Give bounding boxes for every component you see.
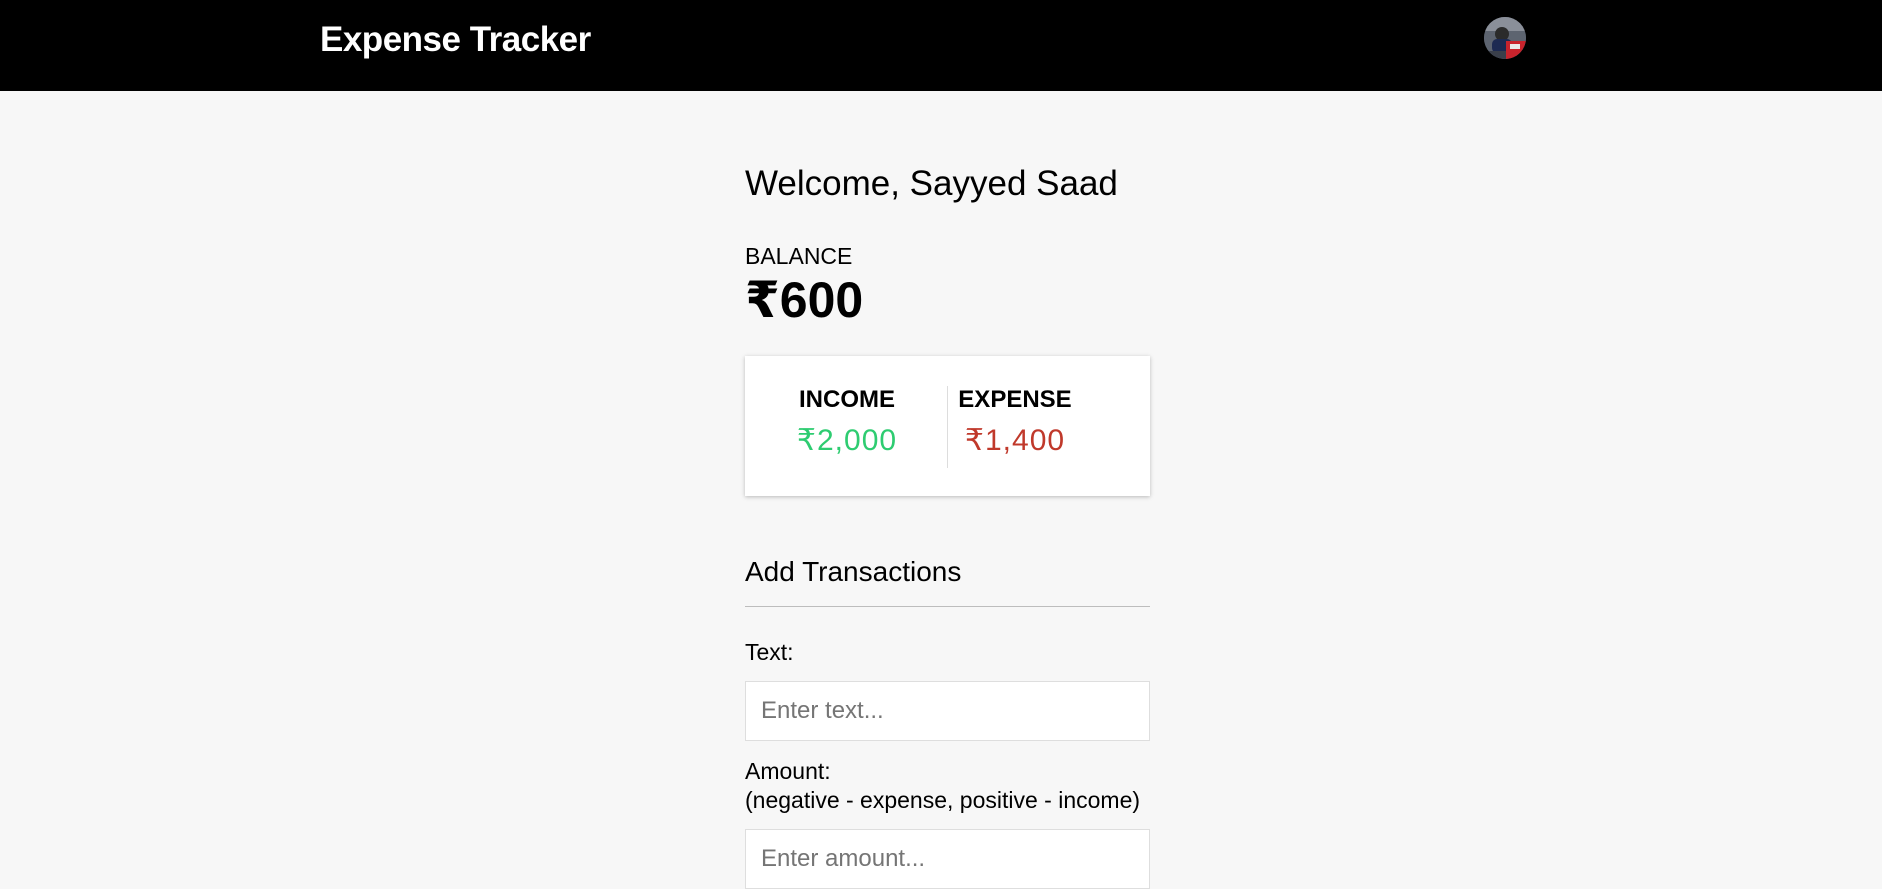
- welcome-heading: Welcome, Sayyed Saad: [745, 164, 1118, 203]
- amount-input[interactable]: [745, 829, 1150, 889]
- user-avatar-icon[interactable]: [1484, 17, 1526, 59]
- top-navbar: Expense Tracker: [0, 0, 1882, 91]
- section-divider: [745, 606, 1150, 607]
- amount-hint: (negative - expense, positive - income): [745, 787, 1141, 813]
- balance-label: BALANCE: [745, 243, 853, 269]
- app-title[interactable]: Expense Tracker: [320, 20, 591, 60]
- amount-label: Amount:: [745, 758, 831, 784]
- income-expense-card: INCOME ₹2,000 EXPENSE ₹1,400: [745, 356, 1150, 496]
- expense-column: EXPENSE ₹1,400: [915, 386, 1115, 458]
- amount-field-label: Amount: (negative - expense, positive - …: [745, 757, 1140, 815]
- expense-label: EXPENSE: [958, 386, 1072, 413]
- balance-value: ₹600: [745, 272, 864, 328]
- text-field-label: Text:: [745, 639, 794, 665]
- add-transactions-heading: Add Transactions: [745, 556, 962, 587]
- text-input[interactable]: [745, 681, 1150, 741]
- expense-value: ₹1,400: [964, 424, 1066, 457]
- avatar-photo-icon: [1484, 17, 1526, 59]
